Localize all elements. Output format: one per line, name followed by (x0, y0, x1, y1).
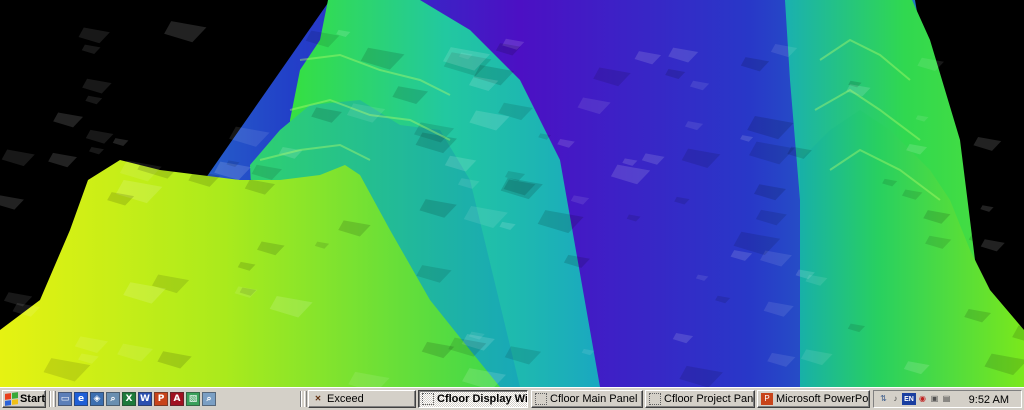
taskbar-button-5[interactable]: PMicrosoft PowerPoint... (757, 390, 870, 408)
powerpoint-icon[interactable]: P (154, 392, 168, 406)
taskbar-button-label: Microsoft PowerPoint... (776, 393, 869, 405)
terrain-facet (112, 138, 129, 146)
terrain-facet (0, 195, 24, 210)
terrain-facet (82, 78, 112, 94)
taskbar-button-1[interactable]: ✕ Exceed (308, 390, 416, 408)
tray-icons: ⇅ ♪ EN ◉ ▣ ▤ (877, 393, 952, 405)
start-button[interactable]: Start (2, 390, 46, 408)
terrain-facet (1005, 180, 1024, 191)
search-icon[interactable]: ⌕ (106, 392, 120, 406)
task-list-grip[interactable] (304, 391, 307, 407)
terrain-facet (85, 129, 114, 144)
image-viewer-icon[interactable]: ▧ (186, 392, 200, 406)
terrain-surface[interactable] (0, 0, 1024, 387)
internet-explorer-icon[interactable]: e (74, 392, 88, 406)
window-icon (649, 393, 661, 405)
terrain-facet (48, 152, 77, 168)
excel-icon[interactable]: X (122, 392, 136, 406)
terrain-facet (245, 38, 271, 51)
taskbar-button-2[interactable]: Cfloor Display Win... (418, 390, 528, 408)
terrain-facet (980, 239, 1005, 252)
network-icon[interactable]: ◈ (90, 392, 104, 406)
taskbar-button-4[interactable]: Cfloor Project Panel (645, 390, 755, 408)
terrain-facet (980, 205, 994, 212)
taskbar-button-label: Cfloor Main Panel (550, 393, 638, 405)
terrain-facet (20, 136, 46, 149)
terrain-facet (81, 44, 101, 54)
language-en-icon[interactable]: EN (902, 393, 916, 405)
volume-icon[interactable]: ♪ (890, 393, 901, 405)
window-icon (422, 393, 434, 405)
antivirus-icon[interactable]: ◉ (917, 393, 928, 405)
system-tray: ⇅ ♪ EN ◉ ▣ ▤ 9:52 AM (873, 390, 1022, 408)
tray-network-icon[interactable]: ⇅ (878, 393, 889, 405)
window-icon (535, 393, 547, 405)
taskbar-button-label: Cfloor Project Panel (664, 393, 755, 405)
start-label: Start (19, 393, 45, 405)
access-icon[interactable]: A (170, 392, 184, 406)
terrain-facet (1, 149, 35, 167)
taskbar-separator (49, 391, 51, 407)
printer-icon[interactable]: ▤ (941, 393, 952, 405)
terrain-facet (164, 21, 207, 43)
word-icon[interactable]: W (138, 392, 152, 406)
terrain-facet (78, 27, 110, 44)
powerpoint-icon: P (761, 393, 773, 405)
quick-launch-grip[interactable] (53, 391, 56, 407)
taskbar-separator (300, 391, 302, 407)
taskbar-button-label: Exceed (327, 393, 364, 405)
show-desktop-icon[interactable]: ▭ (58, 392, 72, 406)
display-icon[interactable]: ▣ (929, 393, 940, 405)
cfloor-3d-display[interactable] (0, 0, 1024, 387)
quick-launch-toolbar: ▭ e ◈ ⌕ X W P A ▧ ⌕ (58, 391, 216, 407)
exceed-icon: ✕ (314, 394, 322, 403)
terrain-facet (53, 112, 84, 128)
terrain-facet (89, 146, 104, 155)
terrain-facet (973, 136, 1002, 151)
terrain-facet (1, 243, 17, 251)
taskbar-button-label: Cfloor Display Win... (437, 393, 528, 405)
terrain-facet (85, 95, 103, 105)
clock[interactable]: 9:52 AM (969, 394, 1009, 406)
terrain-facet (247, 63, 271, 76)
taskbar-button-3[interactable]: Cfloor Main Panel (531, 390, 643, 408)
terrain-facet (25, 213, 49, 225)
taskbar: Start ▭ e ◈ ⌕ X W P A ▧ ⌕ ✕ Exceed Cfloor Display W… (0, 387, 1024, 410)
windows-logo-icon (5, 392, 18, 406)
explorer-search-icon[interactable]: ⌕ (202, 392, 216, 406)
